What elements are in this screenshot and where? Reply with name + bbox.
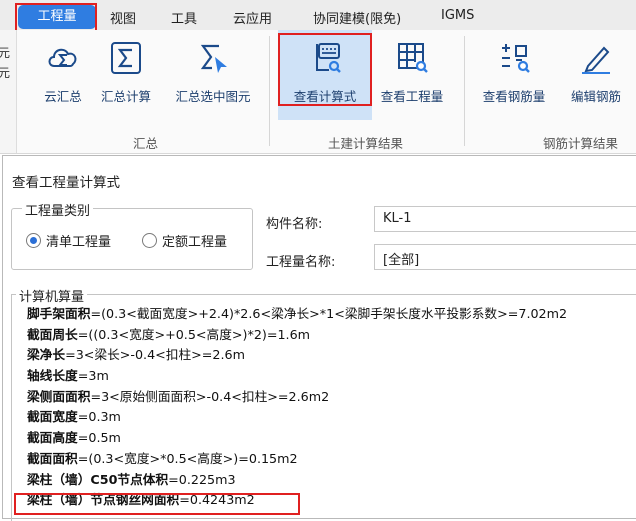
cloud-sigma-icon <box>45 40 81 76</box>
formula-line: 梁柱（墙）C50节点体积=0.225m3 <box>27 470 567 491</box>
formula-expression: =0.225m3 <box>168 471 236 487</box>
formula-expression: =3m <box>77 368 109 384</box>
formula-expression: =((0.3<宽度>+0.5<高度>)*2)=1.6m <box>77 326 311 342</box>
formula-item-name: 梁柱（墙）节点钢丝网面积 <box>27 492 180 508</box>
menu-tab-view[interactable]: 视图 <box>110 8 136 27</box>
quantity-category-group: 工程量类别 清单工程量 定额工程量 <box>11 200 253 270</box>
cloud-summary-button[interactable]: 云汇总 <box>34 30 92 120</box>
edit-rebar-button[interactable]: 编辑钢筋 <box>556 30 636 120</box>
formula-line: 脚手架面积=(0.3<截面宽度>+2.4)*2.6<梁净长>*1<梁脚手架长度水… <box>27 304 567 325</box>
menu-tab-quantity[interactable]: 工程量 <box>18 5 96 29</box>
view-formula-label: 查看计算式 <box>293 89 357 104</box>
view-quantity-label: 查看工程量 <box>380 89 444 104</box>
menu-tab-tools[interactable]: 工具 <box>171 8 197 27</box>
sigma-icon <box>108 40 144 76</box>
edit-rebar-icon <box>578 40 614 76</box>
edit-rebar-label: 编辑钢筋 <box>570 89 621 104</box>
formula-expression: =(0.3<截面宽度>+2.4)*2.6<梁净长>*1<梁脚手架长度水平投影系数… <box>90 306 568 321</box>
view-rebar-button[interactable]: 查看钢筋量 <box>474 30 554 120</box>
view-quantity-icon <box>394 40 430 76</box>
formula-expression: =(0.3<宽度>*0.5<高度>)=0.15m2 <box>77 450 298 466</box>
group-label-civil-results: 土建计算结果 <box>328 136 404 151</box>
ribbon: 云汇总 汇总计算 汇总选中图元 查看计算式 查看工程量 查看钢筋量 编辑钢筋 汇… <box>0 30 636 154</box>
summary-calc-label: 汇总计算 <box>100 89 151 104</box>
summary-selected-button[interactable]: 汇总选中图元 <box>166 30 260 120</box>
view-formula-icon <box>307 40 343 76</box>
left-stub-text: 元 <box>0 46 11 60</box>
group-divider <box>464 36 465 146</box>
formula-expression: =0.3m <box>77 409 121 425</box>
group-label-rebar-results: 钢筋计算结果 <box>543 136 619 151</box>
formula-item-name: 梁净长 <box>27 347 66 363</box>
group-label-summary: 汇总 <box>133 136 159 151</box>
left-stub-text: 元 <box>0 66 11 80</box>
view-formula-button[interactable]: 查看计算式 <box>278 30 372 120</box>
radio-bill-quantity[interactable]: 清单工程量 <box>26 231 111 250</box>
formula-list: 脚手架面积=(0.3<截面宽度>+2.4)*2.6<梁净长>*1<梁脚手架长度水… <box>27 304 567 511</box>
formula-line: 截面周长=((0.3<宽度>+0.5<高度>)*2)=1.6m <box>27 325 567 346</box>
view-rebar-icon <box>496 40 532 76</box>
dialog-title: 查看工程量计算式 <box>12 175 120 191</box>
formula-item-name: 截面周长 <box>27 326 78 342</box>
cloud-summary-label: 云汇总 <box>44 89 82 104</box>
component-name-field[interactable]: KL-1 <box>374 206 636 232</box>
formula-expression: =3<梁长>-0.4<扣柱>=2.6m <box>65 347 245 363</box>
component-name-label: 构件名称: <box>266 217 323 232</box>
formula-item-name: 截面面积 <box>27 450 78 466</box>
computer-calc-group: 计算机算量 脚手架面积=(0.3<截面宽度>+2.4)*2.6<梁净长>*1<梁… <box>11 286 636 521</box>
quantity-name-field[interactable]: [全部] <box>374 244 636 270</box>
radio-bill-label: 清单工程量 <box>46 235 112 250</box>
quantity-category-legend: 工程量类别 <box>22 200 94 219</box>
computer-calc-legend: 计算机算量 <box>16 286 88 305</box>
formula-line: 梁净长=3<梁长>-0.4<扣柱>=2.6m <box>27 345 567 366</box>
left-panel-stub: 元 元 <box>0 30 17 153</box>
quantity-name-label: 工程量名称: <box>266 255 336 270</box>
radio-quota-label: 定额工程量 <box>162 235 228 250</box>
formula-item-name: 梁柱（墙）C50节点体积 <box>27 471 169 487</box>
radio-quota-quantity[interactable]: 定额工程量 <box>142 231 227 250</box>
formula-line: 梁侧面面积=3<原始侧面面积>-0.4<扣柱>=2.6m2 <box>27 387 567 408</box>
menu-bar: 工程量 视图 工具 云应用 协同建模(限免) IGMS <box>0 0 636 30</box>
view-formula-dialog: 查看工程量计算式 工程量类别 清单工程量 定额工程量 构件名称: KL-1 工程… <box>2 155 636 521</box>
formula-line: 梁柱（墙）节点钢丝网面积=0.4243m2 <box>27 490 567 511</box>
formula-item-name: 脚手架面积 <box>27 306 91 321</box>
radio-checked-icon <box>26 233 41 248</box>
formula-item-name: 轴线长度 <box>27 368 78 384</box>
menu-tab-cloud[interactable]: 云应用 <box>233 8 272 27</box>
formula-line: 截面宽度=0.3m <box>27 407 567 428</box>
sigma-cursor-icon <box>195 40 231 76</box>
summary-selected-label: 汇总选中图元 <box>175 89 251 104</box>
view-rebar-label: 查看钢筋量 <box>482 89 546 104</box>
formula-item-name: 梁侧面面积 <box>27 388 91 404</box>
formula-item-name: 截面高度 <box>27 430 78 446</box>
summary-calc-button[interactable]: 汇总计算 <box>94 30 158 120</box>
group-divider <box>269 36 270 146</box>
formula-expression: =0.5m <box>77 430 121 446</box>
formula-item-name: 截面宽度 <box>27 409 78 425</box>
formula-expression: =3<原始侧面面积>-0.4<扣柱>=2.6m2 <box>90 388 330 404</box>
formula-line: 轴线长度=3m <box>27 366 567 387</box>
formula-expression: =0.4243m2 <box>179 492 255 508</box>
formula-line: 截面面积=(0.3<宽度>*0.5<高度>)=0.15m2 <box>27 449 567 470</box>
radio-unchecked-icon <box>142 233 157 248</box>
menu-tab-igms[interactable]: IGMS <box>441 8 474 23</box>
menu-tab-collab[interactable]: 协同建模(限免) <box>313 8 401 27</box>
view-quantity-button[interactable]: 查看工程量 <box>372 30 452 120</box>
formula-line: 截面高度=0.5m <box>27 428 567 449</box>
